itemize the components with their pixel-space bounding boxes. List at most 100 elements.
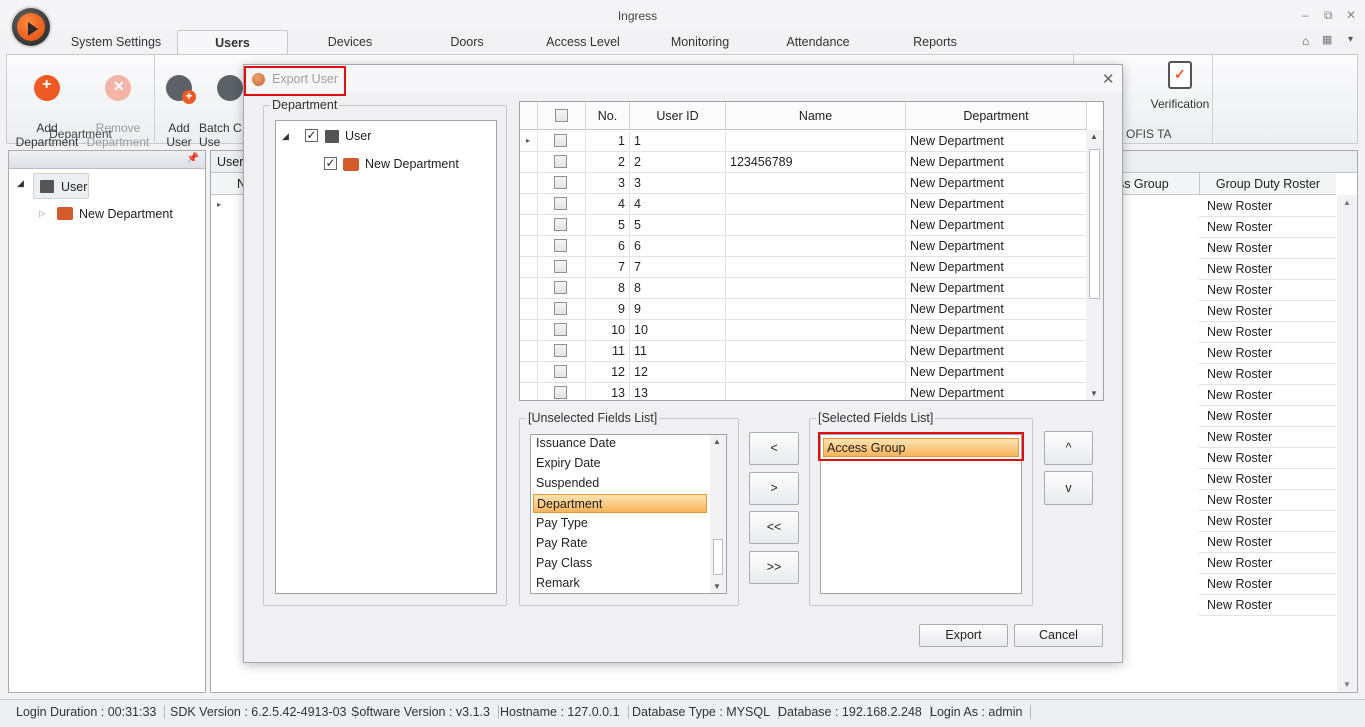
- row-checkbox[interactable]: [554, 302, 567, 315]
- unselected-field-item[interactable]: Expiry Date: [533, 454, 707, 473]
- unselected-field-item[interactable]: Issuance Date: [533, 435, 707, 453]
- roster-cell[interactable]: New Roster: [1199, 385, 1336, 406]
- table-row[interactable]: 12 12 New Department: [520, 362, 1086, 383]
- unselected-list-scroll[interactable]: ▲ ▼: [710, 435, 726, 593]
- dialog-close-icon[interactable]: ✕: [1102, 70, 1115, 88]
- tree-collapse-icon[interactable]: ▷: [39, 209, 45, 218]
- row-checkbox[interactable]: [554, 344, 567, 357]
- row-checkbox[interactable]: [554, 260, 567, 273]
- roster-cell[interactable]: New Roster: [1199, 238, 1336, 259]
- roster-cell[interactable]: New Roster: [1199, 280, 1336, 301]
- row-checkbox[interactable]: [554, 176, 567, 189]
- move-left-button[interactable]: <: [749, 432, 799, 465]
- row-checkbox[interactable]: [554, 134, 567, 147]
- move-right-button[interactable]: >: [749, 472, 799, 505]
- tree-department-checkbox[interactable]: ✓: [324, 157, 337, 170]
- roster-cell[interactable]: New Roster: [1199, 448, 1336, 469]
- tab-system-settings[interactable]: System Settings: [62, 35, 170, 49]
- table-row[interactable]: 5 5 New Department: [520, 215, 1086, 236]
- unselected-fields-list[interactable]: Issuance Date Expiry Date Suspended Departm…: [530, 434, 727, 594]
- tree-expand-icon[interactable]: ◢: [17, 178, 24, 189]
- unselected-field-item[interactable]: Suspended: [533, 474, 707, 493]
- roster-cell[interactable]: New Roster: [1199, 259, 1336, 280]
- export-button[interactable]: Export: [919, 624, 1008, 647]
- tab-monitoring[interactable]: Monitoring: [662, 35, 738, 49]
- tree-expand-icon[interactable]: ◢: [282, 131, 289, 142]
- col-no[interactable]: No.: [586, 102, 630, 130]
- unselected-field-item[interactable]: Remark: [533, 574, 707, 593]
- tab-devices[interactable]: Devices: [315, 35, 385, 49]
- grid-vscroll[interactable]: ▲ ▼: [1337, 195, 1357, 692]
- roster-cell[interactable]: New Roster: [1199, 532, 1336, 553]
- tab-access-level[interactable]: Access Level: [540, 35, 626, 49]
- tab-doors[interactable]: Doors: [440, 35, 494, 49]
- col-name[interactable]: Name: [726, 102, 906, 130]
- move-all-left-button[interactable]: <<: [749, 511, 799, 544]
- roster-cell[interactable]: New Roster: [1199, 301, 1336, 322]
- table-row[interactable]: 4 4 New Department: [520, 194, 1086, 215]
- table-row[interactable]: 8 8 New Department: [520, 278, 1086, 299]
- roster-cell[interactable]: New Roster: [1199, 196, 1336, 217]
- export-grid-vscroll[interactable]: ▲ ▼: [1086, 130, 1103, 400]
- table-row[interactable]: 10 10 New Department: [520, 320, 1086, 341]
- home-icon[interactable]: ⌂: [1302, 34, 1309, 48]
- roster-cell[interactable]: New Roster: [1199, 595, 1336, 616]
- roster-cell[interactable]: New Roster: [1199, 322, 1336, 343]
- row-checkbox[interactable]: [554, 218, 567, 231]
- move-all-right-button[interactable]: >>: [749, 551, 799, 584]
- row-checkbox[interactable]: [554, 365, 567, 378]
- tree-node-user[interactable]: User: [33, 173, 89, 199]
- table-row[interactable]: 2 2 123456789 New Department: [520, 152, 1086, 173]
- row-checkbox[interactable]: [554, 281, 567, 294]
- chevron-down-icon[interactable]: ▾: [1348, 34, 1353, 45]
- unselected-field-item[interactable]: Department: [533, 494, 707, 513]
- batch-user-button[interactable]: Batch C Use: [199, 61, 247, 149]
- unselected-field-item[interactable]: Pay Rate: [533, 534, 707, 553]
- unselected-field-item[interactable]: Pay Type: [533, 514, 707, 533]
- table-row[interactable]: 7 7 New Department: [520, 257, 1086, 278]
- table-row[interactable]: ▸ 1 1 New Department: [520, 131, 1086, 152]
- roster-cell[interactable]: New Roster: [1199, 553, 1336, 574]
- roster-cell[interactable]: New Roster: [1199, 511, 1336, 532]
- row-checkbox[interactable]: [554, 155, 567, 168]
- roster-cell[interactable]: New Roster: [1199, 343, 1336, 364]
- tab-attendance[interactable]: Attendance: [780, 35, 856, 49]
- roster-cell[interactable]: New Roster: [1199, 490, 1336, 511]
- tree-node-new-department[interactable]: New Department: [79, 207, 173, 221]
- layout-icon[interactable]: ▦: [1322, 33, 1332, 46]
- verification-button[interactable]: ✓ Verification: [1148, 61, 1212, 111]
- roster-cell[interactable]: New Roster: [1199, 217, 1336, 238]
- cancel-button[interactable]: Cancel: [1014, 624, 1103, 647]
- select-all-checkbox[interactable]: [555, 109, 568, 122]
- roster-cell[interactable]: New Roster: [1199, 406, 1336, 427]
- roster-cell[interactable]: New Roster: [1199, 364, 1336, 385]
- table-row[interactable]: 3 3 New Department: [520, 173, 1086, 194]
- app-logo-icon[interactable]: [12, 8, 50, 46]
- row-checkbox[interactable]: [554, 323, 567, 336]
- row-checkbox[interactable]: [554, 197, 567, 210]
- table-row[interactable]: 6 6 New Department: [520, 236, 1086, 257]
- row-checkbox[interactable]: [554, 239, 567, 252]
- table-row[interactable]: 13 13 New Department: [520, 383, 1086, 400]
- row-checkbox[interactable]: [554, 386, 567, 399]
- move-down-button[interactable]: v: [1044, 471, 1093, 505]
- scroll-thumb[interactable]: [1089, 149, 1100, 299]
- minimize-button[interactable]: –: [1302, 8, 1309, 22]
- tab-reports[interactable]: Reports: [905, 35, 965, 49]
- col-department[interactable]: Department: [906, 102, 1087, 130]
- add-user-button[interactable]: + Add User: [161, 61, 197, 149]
- col-group-duty-roster[interactable]: Group Duty Roster: [1199, 173, 1336, 195]
- move-up-button[interactable]: ^: [1044, 431, 1093, 465]
- restore-button[interactable]: ⧉: [1324, 8, 1333, 23]
- pin-icon[interactable]: 📌: [187, 153, 199, 164]
- roster-cell[interactable]: New Roster: [1199, 469, 1336, 490]
- unselected-field-item[interactable]: Pay Class: [533, 554, 707, 573]
- table-row[interactable]: 11 11 New Department: [520, 341, 1086, 362]
- table-row[interactable]: 9 9 New Department: [520, 299, 1086, 320]
- close-button[interactable]: ✕: [1346, 8, 1356, 22]
- roster-cell[interactable]: New Roster: [1199, 574, 1336, 595]
- tab-users[interactable]: Users: [177, 30, 288, 55]
- tree-user-checkbox[interactable]: ✓: [305, 129, 318, 142]
- roster-cell[interactable]: New Roster: [1199, 427, 1336, 448]
- col-user-id[interactable]: User ID: [630, 102, 726, 130]
